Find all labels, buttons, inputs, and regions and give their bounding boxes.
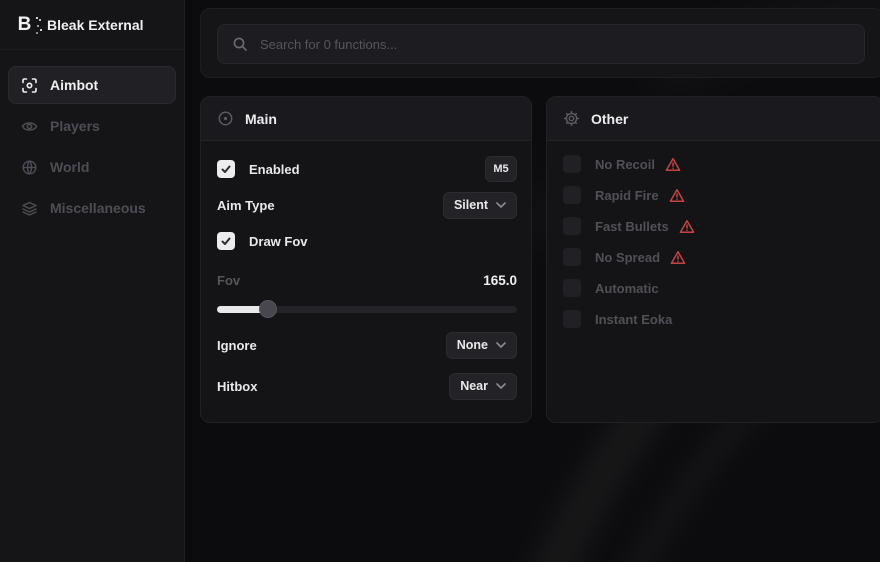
sidebar-item-players[interactable]: Players <box>8 107 176 145</box>
chevron-down-icon <box>496 342 506 348</box>
fov-slider-thumb[interactable] <box>259 300 277 318</box>
search-input-wrap[interactable] <box>217 24 865 64</box>
enabled-checkbox[interactable] <box>217 160 235 178</box>
fov-slider[interactable] <box>217 300 517 318</box>
other-item-rapid-fire: Rapid Fire <box>563 182 869 208</box>
warning-icon <box>669 188 685 203</box>
enabled-keybind-button[interactable]: M5 <box>485 156 517 182</box>
app-title: Bleak External <box>47 17 144 33</box>
main-panel-body: Enabled M5 Aim Type Silent <box>201 155 531 400</box>
hitbox-value: Near <box>460 379 488 393</box>
search-card <box>200 8 880 78</box>
aim-type-value: Silent <box>454 198 488 212</box>
warning-icon <box>665 157 681 172</box>
aim-type-label: Aim Type <box>217 198 275 213</box>
search-icon <box>232 36 248 52</box>
sidebar-item-label: Aimbot <box>50 77 98 93</box>
other-panel-header: Other <box>547 97 880 141</box>
sidebar-item-aimbot[interactable]: Aimbot <box>8 66 176 104</box>
other-item-fast-bullets: Fast Bullets <box>563 213 869 239</box>
hitbox-row: Hitbox Near <box>217 372 517 400</box>
app-logo-icon: B <box>12 13 36 37</box>
sidebar-item-world[interactable]: World <box>8 148 176 186</box>
fov-label: Fov <box>217 273 240 288</box>
fov-value: 165.0 <box>483 273 517 288</box>
ignore-label: Ignore <box>217 338 257 353</box>
sidebar-item-label: Players <box>50 118 100 134</box>
main-panel-title: Main <box>245 111 277 127</box>
rapid-fire-label: Rapid Fire <box>595 188 659 203</box>
ignore-select[interactable]: None <box>446 332 517 359</box>
instant-eoka-checkbox[interactable] <box>563 310 581 328</box>
logo-row: B Bleak External <box>0 0 184 50</box>
other-panel: Other No Recoil Rapid Fire <box>546 96 880 423</box>
target-icon <box>217 110 234 127</box>
draw-fov-row: Draw Fov <box>217 228 517 254</box>
draw-fov-checkbox[interactable] <box>217 232 235 250</box>
hitbox-label: Hitbox <box>217 379 257 394</box>
chevron-down-icon <box>496 383 506 389</box>
chevron-down-icon <box>496 202 506 208</box>
sidebar-item-label: World <box>50 159 89 175</box>
other-item-automatic: Automatic <box>563 275 869 301</box>
other-panel-body: No Recoil Rapid Fire Fast Bull <box>547 151 880 332</box>
other-panel-title: Other <box>591 111 628 127</box>
globe-icon <box>20 158 38 176</box>
gear-icon <box>563 110 580 127</box>
instant-eoka-label: Instant Eoka <box>595 312 672 327</box>
main-panel-header: Main <box>201 97 531 141</box>
sidebar-nav: Aimbot Players <box>0 50 184 227</box>
rapid-fire-checkbox[interactable] <box>563 186 581 204</box>
enabled-label: Enabled <box>249 162 300 177</box>
no-recoil-label: No Recoil <box>595 157 655 172</box>
eye-icon <box>20 117 38 135</box>
main-panel: Main Enabled M5 Aim Type Silent <box>200 96 532 423</box>
other-item-no-recoil: No Recoil <box>563 151 869 177</box>
other-item-instant-eoka: Instant Eoka <box>563 306 869 332</box>
app-window: B Bleak External Aimbot <box>0 0 880 562</box>
no-spread-label: No Spread <box>595 250 660 265</box>
ignore-value: None <box>457 338 488 352</box>
warning-icon <box>670 250 686 265</box>
warning-icon <box>679 219 695 234</box>
hitbox-select[interactable]: Near <box>449 373 517 400</box>
ignore-row: Ignore None <box>217 331 517 359</box>
no-spread-checkbox[interactable] <box>563 248 581 266</box>
other-item-no-spread: No Spread <box>563 244 869 270</box>
layers-icon <box>20 199 38 217</box>
no-recoil-checkbox[interactable] <box>563 155 581 173</box>
automatic-label: Automatic <box>595 281 659 296</box>
automatic-checkbox[interactable] <box>563 279 581 297</box>
draw-fov-label: Draw Fov <box>249 234 308 249</box>
search-input[interactable] <box>258 36 850 53</box>
enabled-row: Enabled M5 <box>217 155 517 183</box>
fast-bullets-checkbox[interactable] <box>563 217 581 235</box>
fast-bullets-label: Fast Bullets <box>595 219 669 234</box>
crosshair-icon <box>20 76 38 94</box>
aim-type-row: Aim Type Silent <box>217 191 517 219</box>
aim-type-select[interactable]: Silent <box>443 192 517 219</box>
sidebar-item-label: Miscellaneous <box>50 200 146 216</box>
fov-row: Fov 165.0 <box>217 270 517 290</box>
sidebar-item-miscellaneous[interactable]: Miscellaneous <box>8 189 176 227</box>
sidebar: B Bleak External Aimbot <box>0 0 185 562</box>
